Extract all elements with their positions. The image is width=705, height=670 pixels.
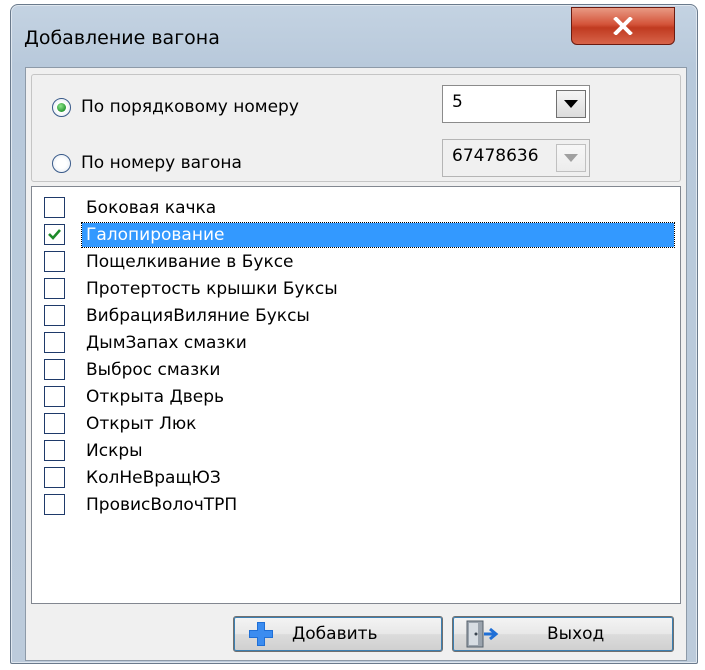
radio-by-number-label: По номеру вагона — [81, 153, 242, 173]
list-item[interactable]: Искры — [32, 438, 680, 465]
checkbox[interactable] — [44, 251, 65, 272]
checkbox[interactable] — [44, 224, 65, 245]
radio-by-number-button[interactable] — [52, 153, 71, 173]
plus-icon — [249, 622, 273, 646]
checkbox[interactable] — [44, 332, 65, 353]
list-item[interactable]: ДымЗапах смазки — [32, 330, 680, 357]
close-button[interactable] — [571, 7, 675, 45]
list-item[interactable]: ВибрацияВиляние Буксы — [32, 303, 680, 330]
list-item[interactable]: Пощелкивание в Буксе — [32, 249, 680, 276]
checkbox[interactable] — [44, 440, 65, 461]
list-item-label: Открыт Люк — [86, 414, 197, 434]
wagon-number-select: 67478636 — [442, 139, 590, 177]
add-button[interactable]: Добавить — [233, 616, 443, 652]
order-number-select[interactable]: 5 — [442, 85, 590, 123]
list-item[interactable]: Боковая качка — [32, 195, 680, 222]
close-icon — [613, 17, 633, 35]
list-item[interactable]: Выброс смазки — [32, 357, 680, 384]
wagon-number-dropdown-button — [556, 144, 586, 172]
list-item[interactable]: ПровисВолочТРП — [32, 492, 680, 519]
list-item-label: Искры — [86, 441, 143, 461]
list-item-label: Галопирование — [81, 222, 675, 248]
add-wagon-dialog: Добавление вагона По порядковому номеру … — [10, 4, 698, 664]
window-title: Добавление вагона — [24, 27, 220, 49]
list-item[interactable]: Галопирование — [32, 222, 680, 249]
radio-by-number[interactable]: По номеру вагона — [52, 153, 242, 173]
checkbox[interactable] — [44, 494, 65, 515]
order-number-dropdown-button[interactable] — [556, 90, 586, 118]
exit-button-label: Выход — [547, 624, 605, 644]
list-item-label: КолНеВращЮЗ — [86, 468, 221, 488]
order-number-value: 5 — [452, 92, 463, 112]
radio-by-order-label: По порядковому номеру — [81, 97, 299, 117]
exit-door-icon — [466, 620, 499, 648]
list-item[interactable]: Открыт Люк — [32, 411, 680, 438]
chevron-down-icon — [564, 154, 578, 162]
add-button-label: Добавить — [292, 624, 378, 644]
list-item-label: ПровисВолочТРП — [86, 495, 238, 515]
list-item-label: Выброс смазки — [86, 360, 221, 380]
list-item[interactable]: Протертость крышки Буксы — [32, 276, 680, 303]
dialog-body: По порядковому номеру 5 По номеру вагона… — [25, 67, 687, 661]
checkbox[interactable] — [44, 467, 65, 488]
selection-group: По порядковому номеру 5 По номеру вагона… — [31, 74, 681, 182]
radio-by-order[interactable]: По порядковому номеру — [52, 97, 299, 117]
checkbox[interactable] — [44, 278, 65, 299]
defect-checklist[interactable]: Боковая качка Галопирование Пощелкивание… — [31, 186, 681, 604]
checkbox[interactable] — [44, 359, 65, 380]
title-bar[interactable]: Добавление вагона — [11, 5, 697, 67]
list-item-label: ДымЗапах смазки — [86, 333, 247, 353]
checkbox[interactable] — [44, 413, 65, 434]
list-item-label: Боковая качка — [86, 198, 217, 218]
checkbox[interactable] — [44, 197, 65, 218]
list-item-label: Открыта Дверь — [86, 387, 225, 407]
list-item-label: Пощелкивание в Буксе — [86, 252, 294, 272]
list-item-label: ВибрацияВиляние Буксы — [86, 306, 310, 326]
chevron-down-icon — [564, 100, 578, 108]
list-item-label: Протертость крышки Буксы — [86, 279, 338, 299]
list-item[interactable]: Открыта Дверь — [32, 384, 680, 411]
button-bar: Добавить Выход — [31, 604, 681, 656]
list-item[interactable]: КолНеВращЮЗ — [32, 465, 680, 492]
checkmark-icon — [48, 229, 61, 240]
checkbox[interactable] — [44, 305, 65, 326]
exit-button[interactable]: Выход — [452, 616, 674, 652]
radio-by-order-button[interactable] — [52, 97, 71, 117]
wagon-number-value: 67478636 — [452, 146, 539, 166]
checkbox[interactable] — [44, 386, 65, 407]
